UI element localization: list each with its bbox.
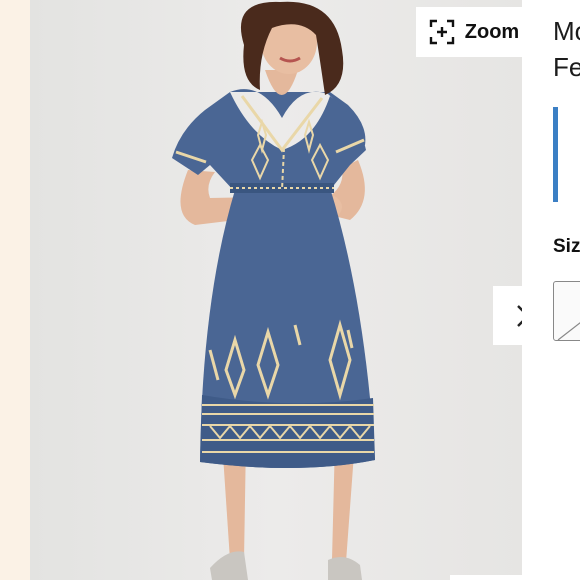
size-label: Siz — [553, 236, 580, 257]
product-details-panel: Mo Fe Siz — [522, 0, 580, 580]
strikethrough-icon — [557, 322, 580, 341]
product-title-line-1: Mo — [553, 16, 580, 46]
product-title-line-2: Fe — [553, 52, 580, 82]
zoom-button[interactable]: Zoom — [416, 7, 522, 57]
image-bottom-tab — [450, 575, 522, 580]
product-image-panel[interactable]: Zoom — [30, 0, 522, 580]
next-image-button[interactable] — [493, 286, 522, 345]
size-option-unavailable[interactable] — [553, 281, 580, 341]
page-margin-strip — [0, 0, 30, 580]
zoom-label: Zoom — [464, 20, 520, 43]
promo-accent-bar — [553, 107, 558, 202]
zoom-expand-icon — [429, 19, 454, 45]
chevron-right-icon — [516, 304, 522, 327]
product-photo — [30, 0, 522, 580]
